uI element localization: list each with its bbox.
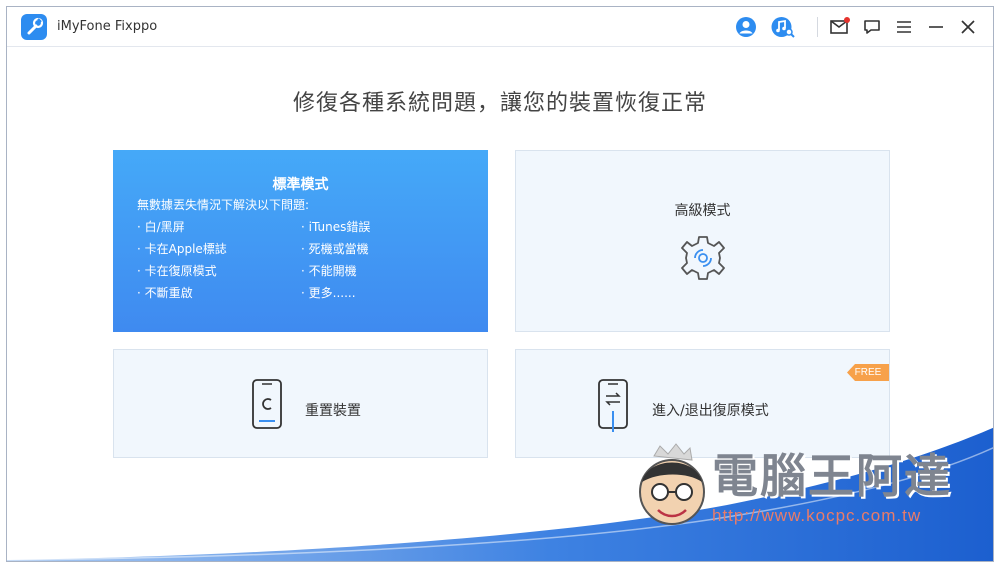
reset-device-card[interactable]: 重置裝置 <box>113 349 488 458</box>
app-title: iMyFone Fixppo <box>57 19 158 34</box>
watermark-url: http://www.kocpc.com.tw <box>712 506 922 525</box>
page-headline: 修復各種系統問題，讓您的裝置恢復正常 <box>292 91 707 116</box>
mascot-face-icon <box>639 443 705 525</box>
watermark-text: 電腦王阿達 <box>712 449 952 503</box>
standard-mode-card[interactable]: 標準模式 無數據丟失情況下解決以下問題: · 白/黑屏 · iTunes錯誤 ·… <box>113 150 488 332</box>
toolbar-separator <box>817 17 818 37</box>
advanced-mode-card[interactable]: 高級模式 <box>515 150 890 332</box>
watermark: 電腦王阿達 http://www.kocpc.com.tw <box>628 440 968 540</box>
menu-icon[interactable] <box>893 16 915 38</box>
mail-icon[interactable] <box>829 16 851 38</box>
phone-reset-icon <box>250 378 284 434</box>
user-icon[interactable] <box>735 16 757 38</box>
list-item: · 死機或當機 <box>301 242 369 256</box>
app-logo-icon <box>21 14 47 40</box>
close-icon[interactable] <box>957 16 979 38</box>
advanced-mode-title: 高級模式 <box>674 203 731 219</box>
list-item: · 白/黑屏 <box>137 220 185 234</box>
free-badge: FREE <box>847 364 889 381</box>
list-item: · 卡在Apple標誌 <box>137 242 227 256</box>
gear-icon <box>678 233 728 287</box>
title-bar: iMyFone Fixppo <box>7 7 993 47</box>
minimize-icon[interactable] <box>925 16 947 38</box>
standard-mode-title: 標準模式 <box>272 177 329 193</box>
list-item: · 不斷重啟 <box>137 286 193 300</box>
list-item: · 不能開機 <box>301 264 357 278</box>
list-item: · 卡在復原模式 <box>137 264 217 278</box>
music-search-icon[interactable] <box>771 16 795 38</box>
phone-cable-icon <box>596 378 630 436</box>
recovery-mode-label: 進入/退出復原模式 <box>652 403 769 419</box>
list-item: · 更多...... <box>301 286 356 300</box>
feedback-icon[interactable] <box>861 16 883 38</box>
list-item: · iTunes錯誤 <box>301 220 371 234</box>
standard-mode-subtitle: 無數據丟失情況下解決以下問題: <box>137 198 310 212</box>
reset-device-label: 重置裝置 <box>305 403 361 419</box>
